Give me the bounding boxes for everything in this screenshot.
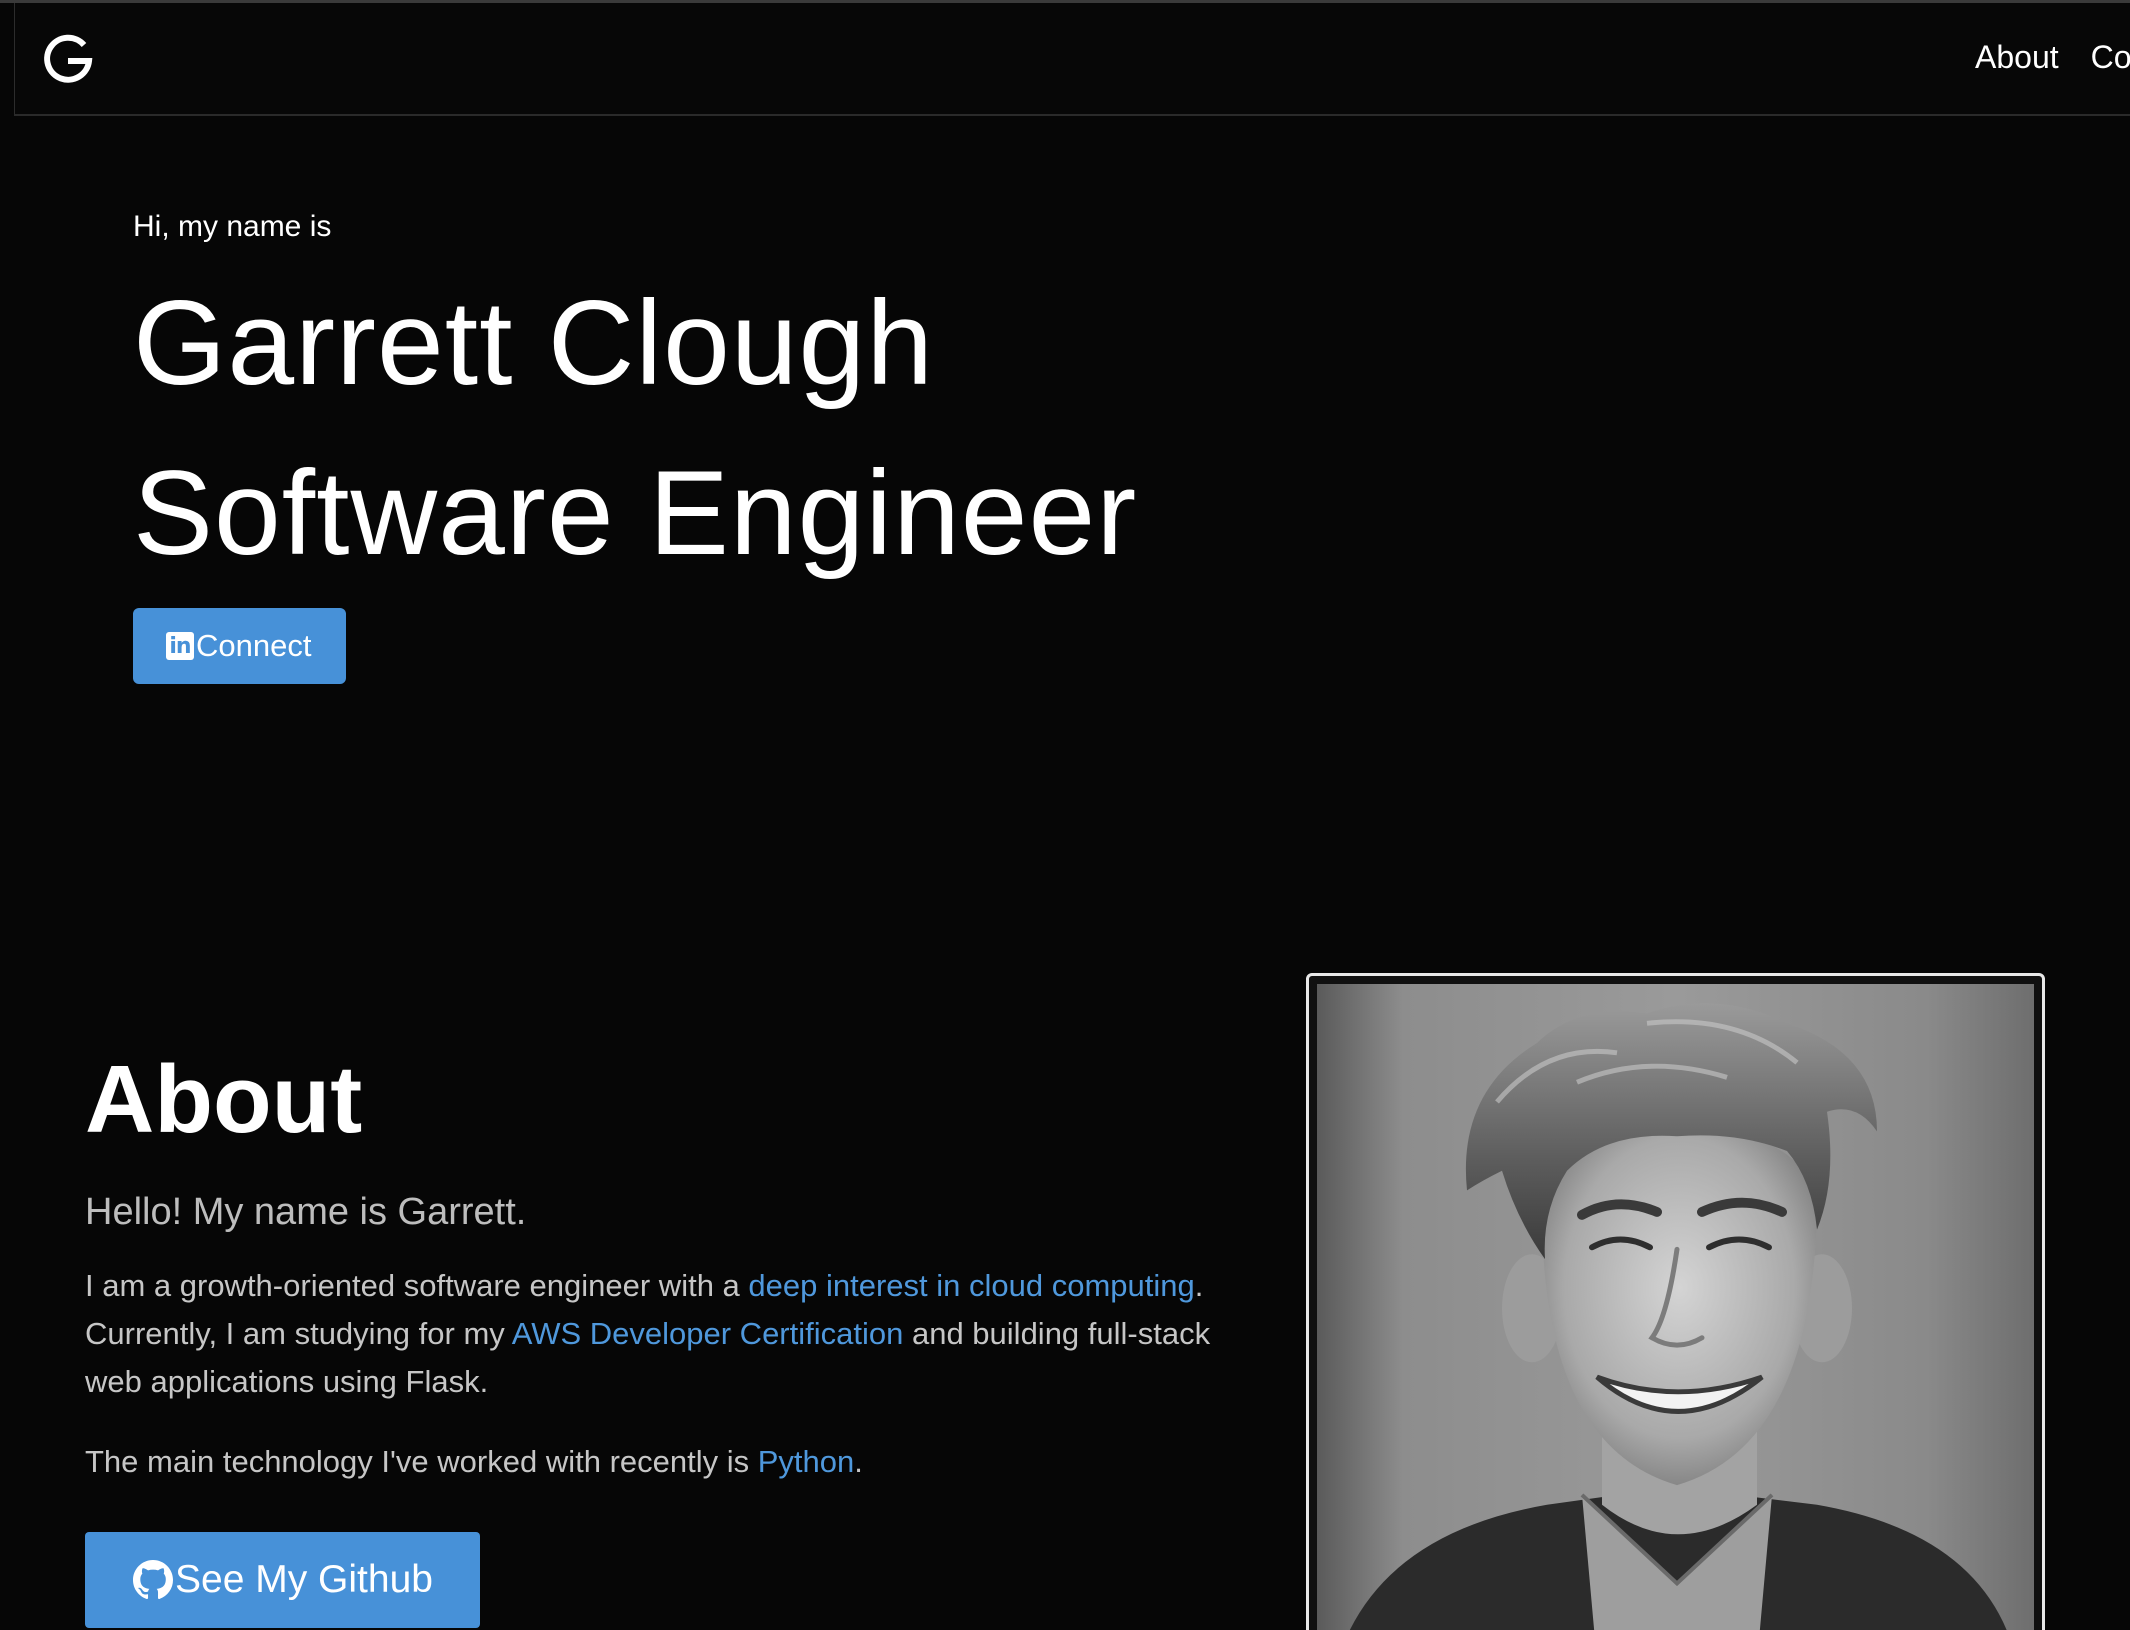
about-p1-text-a: I am a growth-oriented software engineer… xyxy=(85,1268,749,1303)
g-logo-icon[interactable] xyxy=(38,28,98,88)
cloud-computing-link[interactable]: deep interest in cloud computing xyxy=(748,1268,1194,1303)
hero-name: Garrett Clough xyxy=(133,276,935,410)
python-link[interactable]: Python xyxy=(758,1444,855,1479)
github-icon xyxy=(133,1560,173,1600)
linkedin-icon: in xyxy=(166,632,194,660)
connect-label: Connect xyxy=(196,628,312,663)
about-p2-text-b: . xyxy=(854,1444,863,1479)
about-greeting: Hello! My name is Garrett. xyxy=(85,1191,527,1233)
aws-certification-link[interactable]: AWS Developer Certification xyxy=(512,1316,904,1351)
about-heading: About xyxy=(85,1046,363,1153)
navbar: About Co xyxy=(14,3,2130,116)
about-section: About Hello! My name is Garrett. I am a … xyxy=(85,1045,1235,1486)
connect-button[interactable]: in Connect xyxy=(133,608,347,684)
github-label: See My Github xyxy=(175,1558,433,1601)
page: About Co Hi, my name is Garrett Clough S… xyxy=(0,0,2130,1630)
nav-link-contact[interactable]: Co xyxy=(2091,39,2130,76)
about-paragraph-1: I am a growth-oriented software engineer… xyxy=(85,1262,1235,1406)
github-button[interactable]: See My Github xyxy=(85,1532,480,1628)
nav-links: About Co xyxy=(1975,39,2130,76)
hero-section: Hi, my name is Garrett Clough Software E… xyxy=(133,210,1137,598)
nav-link-about[interactable]: About xyxy=(1975,39,2059,76)
hero-role: Software Engineer xyxy=(133,446,1138,580)
about-p2-text-a: The main technology I've worked with rec… xyxy=(85,1444,758,1479)
about-paragraph-2: The main technology I've worked with rec… xyxy=(85,1438,1235,1486)
profile-photo xyxy=(1317,984,2034,1630)
portrait-illustration xyxy=(1349,1003,2007,1630)
hero-intro: Hi, my name is xyxy=(133,210,332,243)
profile-photo-frame xyxy=(1306,973,2045,1630)
